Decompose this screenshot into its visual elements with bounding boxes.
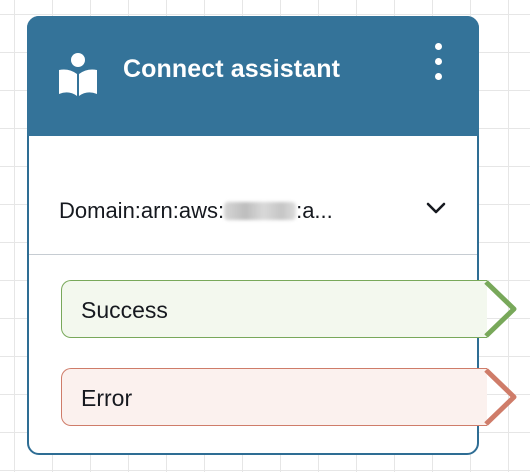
branch-success-label: Success: [81, 297, 168, 323]
chevron-down-icon[interactable]: [425, 200, 447, 216]
block-header: Connect assistant: [27, 16, 479, 136]
person-reading-book-icon: [59, 53, 97, 96]
success-output-connector[interactable]: [484, 278, 520, 340]
branch-error-label: Error: [81, 385, 133, 411]
branch-success[interactable]: Success: [61, 280, 487, 338]
redacted-text: [224, 202, 297, 220]
parameter-suffix: :a...: [296, 198, 333, 223]
parameter-value: Domain:arn:aws: :a...: [59, 198, 333, 224]
divider: [29, 254, 477, 255]
parameter-dropdown[interactable]: Domain:arn:aws: :a...: [29, 156, 477, 254]
connect-assistant-block[interactable]: Connect assistant Domain:arn:aws: :a... S…: [27, 16, 487, 455]
error-output-connector[interactable]: [484, 366, 520, 428]
branch-error[interactable]: Error: [61, 368, 487, 426]
parameter-prefix: Domain:arn:aws:: [59, 198, 225, 223]
block-title: Connect assistant: [123, 55, 341, 83]
vertical-ellipsis-icon[interactable]: [427, 40, 451, 84]
